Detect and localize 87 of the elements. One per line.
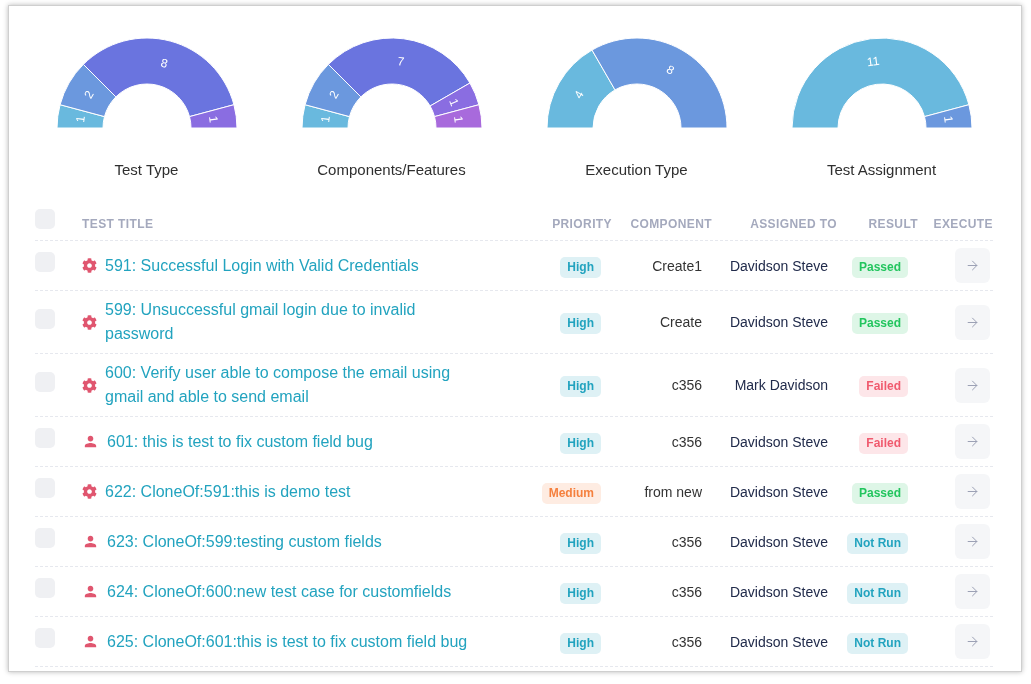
component-text: from new bbox=[644, 483, 702, 500]
arrow-right-icon bbox=[965, 484, 980, 499]
chart-title: Components/Features bbox=[317, 161, 466, 179]
test-title-link[interactable]: 624: CloneOf:600:new test case for customfields bbox=[107, 579, 452, 604]
execute-button[interactable] bbox=[955, 524, 990, 559]
component-text: Create bbox=[659, 314, 702, 330]
slice-value: 4 bbox=[570, 88, 587, 101]
execute-button[interactable] bbox=[955, 367, 990, 403]
assignee-name: Davidson Steve bbox=[729, 633, 828, 650]
assignee-name: Davidson Steve bbox=[729, 533, 828, 550]
person-icon bbox=[82, 633, 99, 650]
execute-button[interactable] bbox=[955, 248, 990, 283]
slice-value: 1 bbox=[940, 115, 956, 124]
component-text: Create1 bbox=[652, 257, 702, 274]
slice-value: 8 bbox=[663, 62, 677, 78]
priority-tag: High bbox=[560, 532, 601, 554]
execute-button[interactable] bbox=[955, 624, 990, 659]
test-title-link[interactable]: 600: Verify user able to compose the email using gmail and able to send email bbox=[105, 361, 487, 409]
result-tag: Passed bbox=[851, 256, 908, 278]
arrow-right-icon bbox=[965, 314, 980, 330]
assignee-name: Davidson Steve bbox=[729, 433, 828, 450]
slice-value: 1 bbox=[205, 115, 221, 124]
arrow-right-icon bbox=[965, 258, 980, 273]
slice-value: 11 bbox=[865, 53, 880, 70]
test-title-link[interactable]: 591: Successful Login with Valid Credentials bbox=[105, 253, 419, 278]
gear-icon bbox=[82, 314, 97, 330]
slice-value: 1 bbox=[72, 115, 88, 124]
slice-value: 1 bbox=[445, 96, 462, 109]
chart-title: Execution Type bbox=[585, 161, 688, 179]
arrow-right-icon bbox=[965, 634, 980, 649]
arrow-right-icon bbox=[965, 534, 980, 549]
execute-button[interactable] bbox=[955, 474, 990, 509]
arrow-right-icon bbox=[965, 584, 980, 599]
arrow-right-icon bbox=[965, 377, 980, 393]
component-text: c356 bbox=[671, 583, 702, 600]
person-icon bbox=[82, 433, 99, 450]
result-tag: Failed bbox=[859, 432, 908, 454]
component-text: c356 bbox=[671, 633, 702, 650]
component-text: c356 bbox=[671, 433, 702, 450]
person-icon bbox=[82, 583, 99, 600]
test-title-link[interactable]: 601: this is test to fix custom field bug bbox=[107, 429, 373, 454]
test-title-link[interactable]: 622: CloneOf:591:this is demo test bbox=[105, 479, 351, 504]
result-tag: Passed bbox=[851, 482, 908, 504]
assignee-name: Davidson Steve bbox=[729, 257, 828, 274]
column-header: EXECUTE bbox=[933, 216, 993, 231]
result-tag: Passed bbox=[851, 313, 908, 334]
slice-value: 1 bbox=[450, 115, 466, 124]
column-header: RESULT bbox=[868, 216, 918, 231]
result-tag: Not Run bbox=[847, 632, 908, 654]
slice-value: 1 bbox=[317, 115, 333, 124]
execute-button[interactable] bbox=[955, 304, 990, 340]
arrow-right-icon bbox=[965, 434, 980, 449]
slice-value: 2 bbox=[80, 88, 97, 101]
test-title-link[interactable]: 625: CloneOf:601:this is test to fix custom field bug bbox=[107, 629, 468, 654]
column-header: ASSIGNED TO bbox=[750, 216, 837, 231]
component-text: c356 bbox=[671, 533, 702, 550]
gear-icon bbox=[82, 484, 97, 499]
result-tag: Not Run bbox=[847, 532, 908, 554]
slice-value: 8 bbox=[158, 55, 169, 71]
priority-tag: Medium bbox=[541, 482, 601, 504]
priority-tag: High bbox=[560, 313, 601, 334]
component-text: c356 bbox=[671, 377, 702, 393]
column-header: PRIORITY bbox=[552, 216, 612, 231]
assignee-name: Davidson Steve bbox=[729, 583, 828, 600]
execute-button[interactable] bbox=[955, 574, 990, 609]
chart-title: Test Assignment bbox=[826, 161, 937, 179]
assignee-name: Davidson Steve bbox=[729, 314, 828, 330]
person-icon bbox=[82, 533, 99, 550]
gear-icon bbox=[82, 258, 97, 273]
slice-value: 2 bbox=[325, 88, 342, 101]
chart-title: Test Type bbox=[114, 161, 179, 179]
slice-value: 7 bbox=[396, 54, 405, 69]
result-tag: Failed bbox=[859, 376, 908, 397]
priority-tag: High bbox=[560, 256, 601, 278]
result-tag: Not Run bbox=[847, 582, 908, 604]
priority-tag: High bbox=[560, 582, 601, 604]
column-header: COMPONENT bbox=[630, 216, 712, 231]
execute-button[interactable] bbox=[955, 424, 990, 459]
priority-tag: High bbox=[560, 432, 601, 454]
test-title-link[interactable]: 623: CloneOf:599:testing custom fields bbox=[107, 529, 382, 554]
priority-tag: High bbox=[560, 632, 601, 654]
assignee-name: Mark Davidson bbox=[734, 377, 828, 393]
gear-icon bbox=[82, 377, 97, 393]
column-header: TEST TITLE bbox=[82, 216, 154, 231]
assignee-name: Davidson Steve bbox=[729, 483, 828, 500]
test-title-link[interactable]: 599: Unsuccessful gmail login due to invalid password bbox=[105, 298, 487, 346]
priority-tag: High bbox=[560, 376, 601, 397]
